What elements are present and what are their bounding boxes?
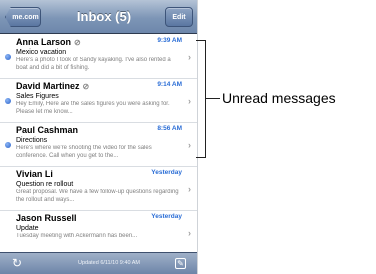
message-time: 9:14 AM <box>157 81 182 88</box>
mail-app-screen: me.com Inbox (5) Edit Anna Larson ⊘ 9:39 … <box>0 0 198 274</box>
unread-dot-icon <box>5 142 11 148</box>
message-row-jason-russell[interactable]: Jason Russell Yesterday Update Tuesday m… <box>0 211 197 255</box>
callout-leader-line <box>206 98 220 99</box>
message-sender: Anna Larson ⊘ <box>16 37 81 47</box>
chevron-right-icon: › <box>188 228 191 238</box>
message-preview: Hey Emily, Here are the sales figures yo… <box>16 101 170 115</box>
message-time: 8:56 AM <box>157 125 182 132</box>
message-time: Yesterday <box>151 213 182 220</box>
message-row-paul-cashman[interactable]: Paul Cashman 8:56 AM Directions Here's w… <box>0 123 197 167</box>
chevron-right-icon: › <box>188 140 191 150</box>
chevron-right-icon: › <box>188 96 191 106</box>
message-sender: David Martinez ⊘ <box>16 81 90 91</box>
message-preview: Here's a photo I took of Sandy kayaking.… <box>16 57 171 71</box>
message-sender: Paul Cashman <box>16 125 79 135</box>
attachment-icon: ⊘ <box>82 82 90 91</box>
message-subject: Sales Figures <box>16 93 59 100</box>
bottom-toolbar: ↻ Updated 6/11/10 9:40 AM ✎ <box>0 252 197 274</box>
navigation-bar: me.com Inbox (5) Edit <box>0 0 197 34</box>
message-subject: Directions <box>16 137 48 144</box>
message-subject: Update <box>16 225 39 232</box>
message-row-anna-larson[interactable]: Anna Larson ⊘ 9:39 AM Mexico vacation Her… <box>0 35 197 79</box>
unread-dot-icon <box>5 54 11 60</box>
unread-bracket <box>196 40 206 158</box>
update-status: Updated 6/11/10 9:40 AM <box>78 260 140 266</box>
message-preview: Here's where we're shooting the video fo… <box>16 145 152 159</box>
compose-icon[interactable]: ✎ <box>175 258 186 269</box>
edit-button-label: Edit <box>172 13 186 21</box>
back-button[interactable]: me.com <box>5 7 41 27</box>
message-time: 9:39 AM <box>157 37 182 44</box>
refresh-icon[interactable]: ↻ <box>12 256 22 270</box>
back-button-label: me.com <box>12 13 39 21</box>
chevron-right-icon: › <box>188 52 191 62</box>
edit-button[interactable]: Edit <box>165 7 193 27</box>
message-preview: Tuesday meeting with Ackermann has been.… <box>16 233 138 239</box>
unread-dot-icon <box>5 98 11 104</box>
callout-label: Unread messages <box>222 90 336 106</box>
message-subject: Question re rollout <box>16 181 74 188</box>
page-title: Inbox (5) <box>76 9 132 24</box>
chevron-right-icon: › <box>188 184 191 194</box>
message-subject: Mexico vacation <box>16 49 67 56</box>
message-preview: Great proposal. We have a few follow-up … <box>16 189 179 203</box>
message-time: Yesterday <box>151 169 182 176</box>
message-list: Anna Larson ⊘ 9:39 AM Mexico vacation Her… <box>0 35 197 255</box>
message-row-david-martinez[interactable]: David Martinez ⊘ 9:14 AM Sales Figures He… <box>0 79 197 123</box>
attachment-icon: ⊘ <box>74 38 81 47</box>
message-row-vivian-li[interactable]: Vivian Li Yesterday Question re rollout … <box>0 167 197 211</box>
